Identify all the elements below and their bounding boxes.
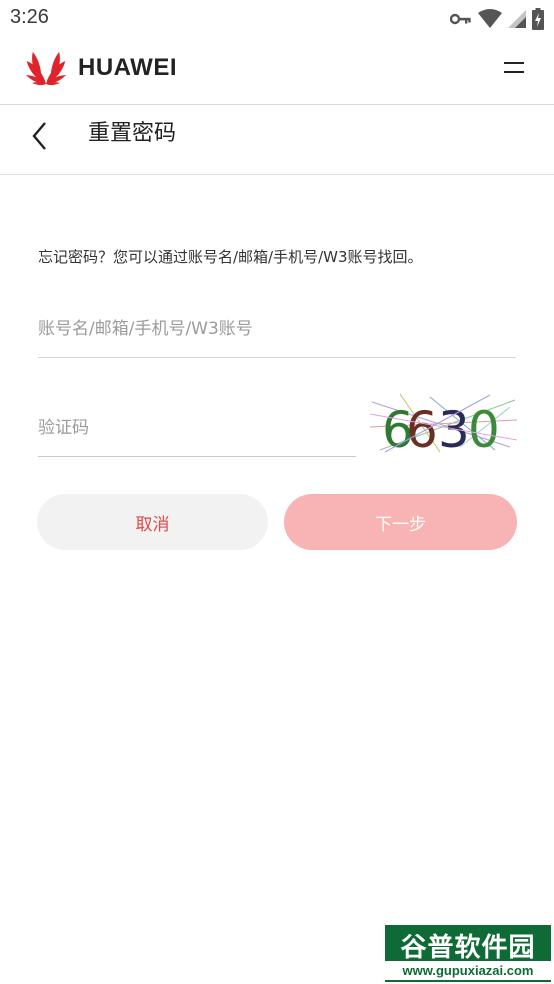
menu-icon[interactable]	[502, 58, 528, 82]
battery-charging-icon	[532, 8, 544, 30]
huawei-petal-logo-icon	[25, 52, 67, 86]
status-time: 3:26	[10, 6, 49, 28]
title-bar: 重置密码	[0, 105, 554, 175]
watermark-url: www.gupuxiazai.com	[385, 961, 551, 980]
vpn-key-icon	[450, 13, 471, 25]
page-title: 重置密码	[88, 121, 177, 146]
next-button[interactable]: 下一步	[284, 494, 517, 550]
watermark: 谷普软件园 www.gupuxiazai.com	[385, 925, 551, 982]
captcha-image[interactable]: 6 6 3 0	[370, 392, 517, 454]
reset-hint-text: 忘记密码？您可以通过账号名/邮箱/手机号/W3账号找回。	[38, 248, 423, 266]
account-input[interactable]	[38, 312, 516, 346]
account-input-underline	[38, 357, 516, 358]
brand[interactable]: HUAWEI	[22, 48, 177, 88]
captcha-input-underline	[38, 456, 356, 457]
captcha-digit: 6	[406, 401, 438, 454]
cancel-button[interactable]: 取消	[37, 494, 268, 550]
captcha-input[interactable]	[38, 411, 354, 445]
back-button[interactable]	[26, 117, 56, 157]
chevron-left-icon	[32, 122, 46, 150]
wifi-icon	[478, 9, 502, 28]
cell-signal-icon	[508, 10, 526, 28]
captcha-digit: 0	[468, 401, 500, 454]
watermark-brand: 谷普软件园	[400, 933, 536, 963]
status-icons	[450, 8, 544, 30]
status-bar: 3:26	[0, 0, 554, 38]
brand-name: HUAWEI	[78, 54, 177, 81]
app-header: HUAWEI	[0, 38, 554, 105]
